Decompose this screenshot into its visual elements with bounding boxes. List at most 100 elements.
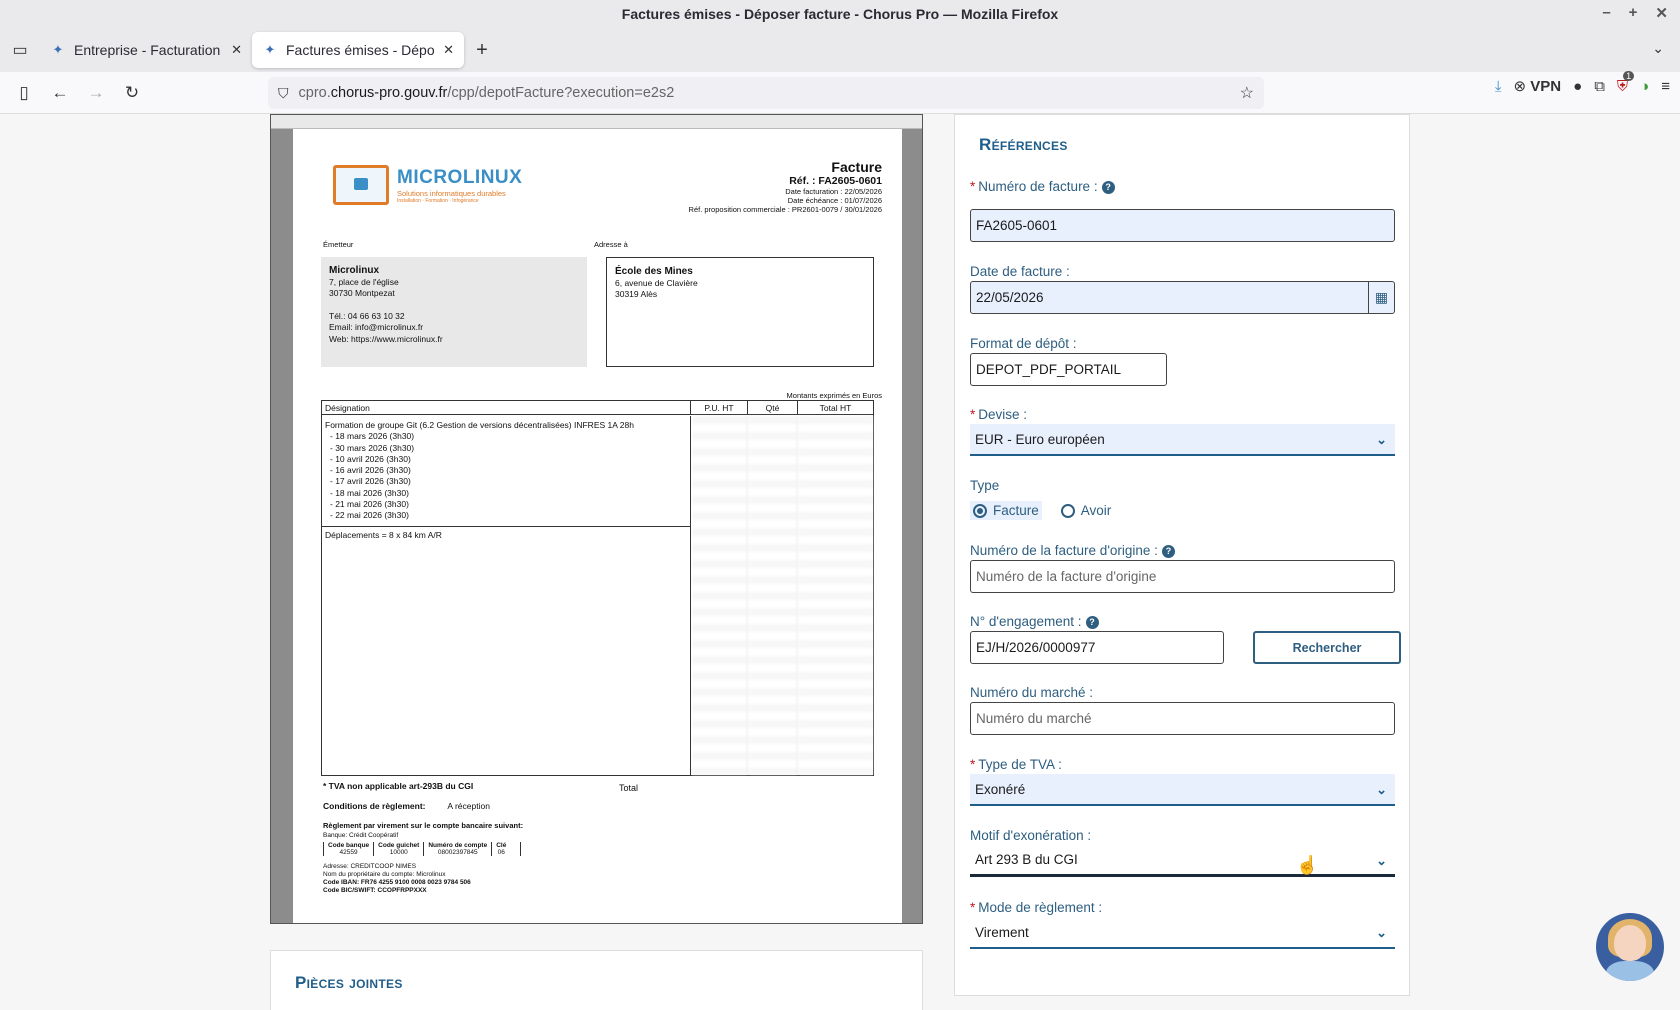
radio-avoir[interactable]: Avoir [1058, 501, 1115, 520]
info-extension-icon[interactable]: ● [1573, 78, 1582, 95]
bank-transfer-info: Règlement par virement sur le compte ban… [323, 821, 523, 840]
numero-facture-input[interactable]: FA2605-0601 [970, 209, 1395, 242]
help-icon[interactable]: ? [1085, 615, 1099, 629]
date-facture-value: 22/05/2026 [976, 290, 1044, 305]
pdf-viewer[interactable]: MICROLINUX Solutions informatiques durab… [270, 114, 923, 924]
invoice-title: Facture [831, 159, 882, 175]
type-label: Type [970, 478, 1000, 493]
tab-title: Factures émises - Déposer fa [286, 42, 435, 58]
tab-title: Entreprise - Facturation - Po [74, 42, 223, 58]
engagement-input[interactable]: EJ/H/2026/0000977 [970, 631, 1224, 664]
date-facture-label: Date de facture : [970, 264, 1070, 279]
radio-unchecked-icon [1060, 503, 1075, 518]
bookmark-star-icon[interactable]: ☆ [1240, 83, 1254, 103]
rechercher-button[interactable]: Rechercher [1253, 631, 1401, 664]
bank-col-code-banque: Code banque 42559 [323, 842, 373, 856]
blurred-pu-column [692, 416, 748, 775]
invoice-items-table: Désignation P.U. HT Qté Total HT Formati… [321, 400, 874, 776]
label-text: N° d'engagement : [970, 614, 1082, 629]
ublock-icon[interactable]: ⛨ 1 [1617, 70, 1635, 95]
amount-currency-note: Montants exprimés en Euros [786, 391, 882, 400]
iban: Code IBAN: FR76 4255 9100 0008 0023 9784… [323, 879, 471, 886]
window-titlebar: Factures émises - Déposer facture - Chor… [0, 0, 1680, 28]
window-controls: – + ✕ [1602, 4, 1668, 22]
emitter-street: 7, place de l'église [329, 276, 399, 287]
help-icon[interactable]: ? [1161, 544, 1175, 558]
back-button[interactable]: ← [42, 75, 78, 111]
facture-origine-input[interactable]: Numéro de la facture d'origine [970, 560, 1395, 593]
numero-facture-label: * Numéro de facture :? [970, 179, 1115, 194]
payment-conditions: Conditions de règlement: A réception [323, 801, 490, 811]
devise-value: EUR - Euro européen [975, 431, 1105, 447]
invoice-date: Date facturation : 22/05/2026 [785, 187, 882, 196]
engagement-label: N° d'engagement :? [970, 614, 1099, 629]
url-path: /cpp/depotFacture?execution=e2s2 [447, 85, 675, 101]
total-label: Total [619, 783, 639, 793]
line-date: - 17 avril 2026 (3h30) [330, 476, 411, 487]
list-all-tabs-icon[interactable]: ⌄ [1652, 40, 1664, 57]
downloads-icon[interactable]: ⤓ [1495, 78, 1502, 95]
references-form: Références * Numéro de facture :? FA2605-… [954, 114, 1410, 996]
line-date: - 22 mai 2026 (3h30) [330, 510, 409, 521]
chevron-down-icon: ⌄ [1376, 853, 1387, 868]
help-icon[interactable]: ? [1101, 180, 1115, 194]
privacy-extension-icon[interactable]: ◑ [1640, 78, 1649, 95]
marche-label: Numéro du marché : [970, 685, 1094, 700]
extensions-puzzle-icon[interactable]: ⧉ [1594, 78, 1605, 95]
col-designation: Désignation [322, 401, 691, 414]
maximize-icon[interactable]: + [1629, 4, 1638, 22]
marche-input[interactable]: Numéro du marché [970, 702, 1395, 735]
blurred-total-column [799, 416, 873, 775]
url-bar[interactable]: ⛉ cpro. chorus-pro.gouv.fr/cpp/depotFactu… [268, 77, 1264, 109]
emitter-label: Émetteur [323, 240, 354, 249]
bank-value: 10000 [389, 849, 408, 856]
reload-button[interactable]: ↻ [114, 75, 150, 111]
label-text: Type de TVA : [978, 757, 1062, 772]
table-header: Désignation P.U. HT Qté Total HT [322, 401, 873, 415]
line-date: - 21 mai 2026 (3h30) [330, 499, 409, 510]
emitter-name: Microlinux [329, 265, 380, 276]
bank-address: Adresse: CREDITCOOP NIMES [323, 863, 417, 870]
date-facture-input[interactable]: 22/05/2026 ▦ [970, 281, 1395, 314]
bank-header: Clé [496, 842, 507, 849]
tab-entreprise-facturation[interactable]: ✦ Entreprise - Facturation - Po ✕ [40, 32, 252, 68]
logo-name: MICROLINUX [397, 166, 523, 188]
bank-col-numero-compte: Numéro de compte 08002397845 [423, 842, 491, 856]
assistant-chat-avatar[interactable] [1596, 913, 1664, 981]
motif-exoneration-value: Art 293 B du CGI [975, 852, 1078, 867]
type-radio-group: Facture Avoir [970, 501, 1114, 520]
pdf-toolbar [271, 115, 922, 129]
forward-button[interactable]: → [78, 75, 114, 111]
chevron-down-icon: ⌄ [1376, 432, 1387, 447]
bank-name: Banque: Crédit Coopératif [323, 831, 399, 839]
table-row: Déplacements = 8 x 84 km A/R [325, 529, 442, 540]
radio-facture[interactable]: Facture [970, 501, 1042, 520]
tab-deposer-facture[interactable]: ✦ Factures émises - Déposer fa ✕ [252, 32, 464, 68]
radio-checked-icon [973, 503, 987, 518]
bank-value: 42559 [339, 849, 358, 856]
new-tab-button[interactable]: + [464, 32, 500, 68]
calendar-icon[interactable]: ▦ [1368, 282, 1394, 313]
line-date: - 30 mars 2026 (3h30) [330, 442, 415, 453]
tab-manager-icon[interactable]: ▭ [0, 28, 40, 72]
chorus-favicon-icon: ✦ [264, 42, 276, 57]
close-tab-icon[interactable]: ✕ [231, 42, 242, 58]
hand-cursor-icon: ☝ [1296, 855, 1319, 875]
mode-reglement-select[interactable]: Virement ⌄ [970, 917, 1395, 949]
recipient-street: 6, avenue de Clavière [615, 277, 698, 288]
tab-bar: ▭ ✦ Entreprise - Facturation - Po ✕ ✦ Fa… [0, 28, 1680, 72]
close-window-icon[interactable]: ✕ [1655, 4, 1668, 22]
vpn-button[interactable]: ⊗ VPN [1514, 77, 1562, 95]
sidebar-toggle-icon[interactable]: ▯ [6, 75, 42, 111]
site-info-icon[interactable]: ⛉ [278, 85, 289, 102]
menu-hamburger-icon[interactable]: ≡ [1661, 78, 1670, 95]
type-tva-select[interactable]: Exonéré ⌄ [970, 774, 1395, 806]
chorus-favicon-icon: ✦ [52, 42, 64, 57]
line-date: - 16 avril 2026 (3h30) [330, 465, 411, 476]
label-text: Numéro de la facture d'origine : [970, 543, 1158, 558]
minimize-icon[interactable]: – [1602, 4, 1610, 22]
close-tab-icon[interactable]: ✕ [443, 42, 454, 58]
motif-exoneration-select[interactable]: Art 293 B du CGI ⌄ [970, 845, 1395, 877]
devise-select[interactable]: EUR - Euro européen ⌄ [970, 424, 1395, 456]
bank-owner: Nom du propriétaire du compte: Microlinu… [323, 871, 446, 878]
